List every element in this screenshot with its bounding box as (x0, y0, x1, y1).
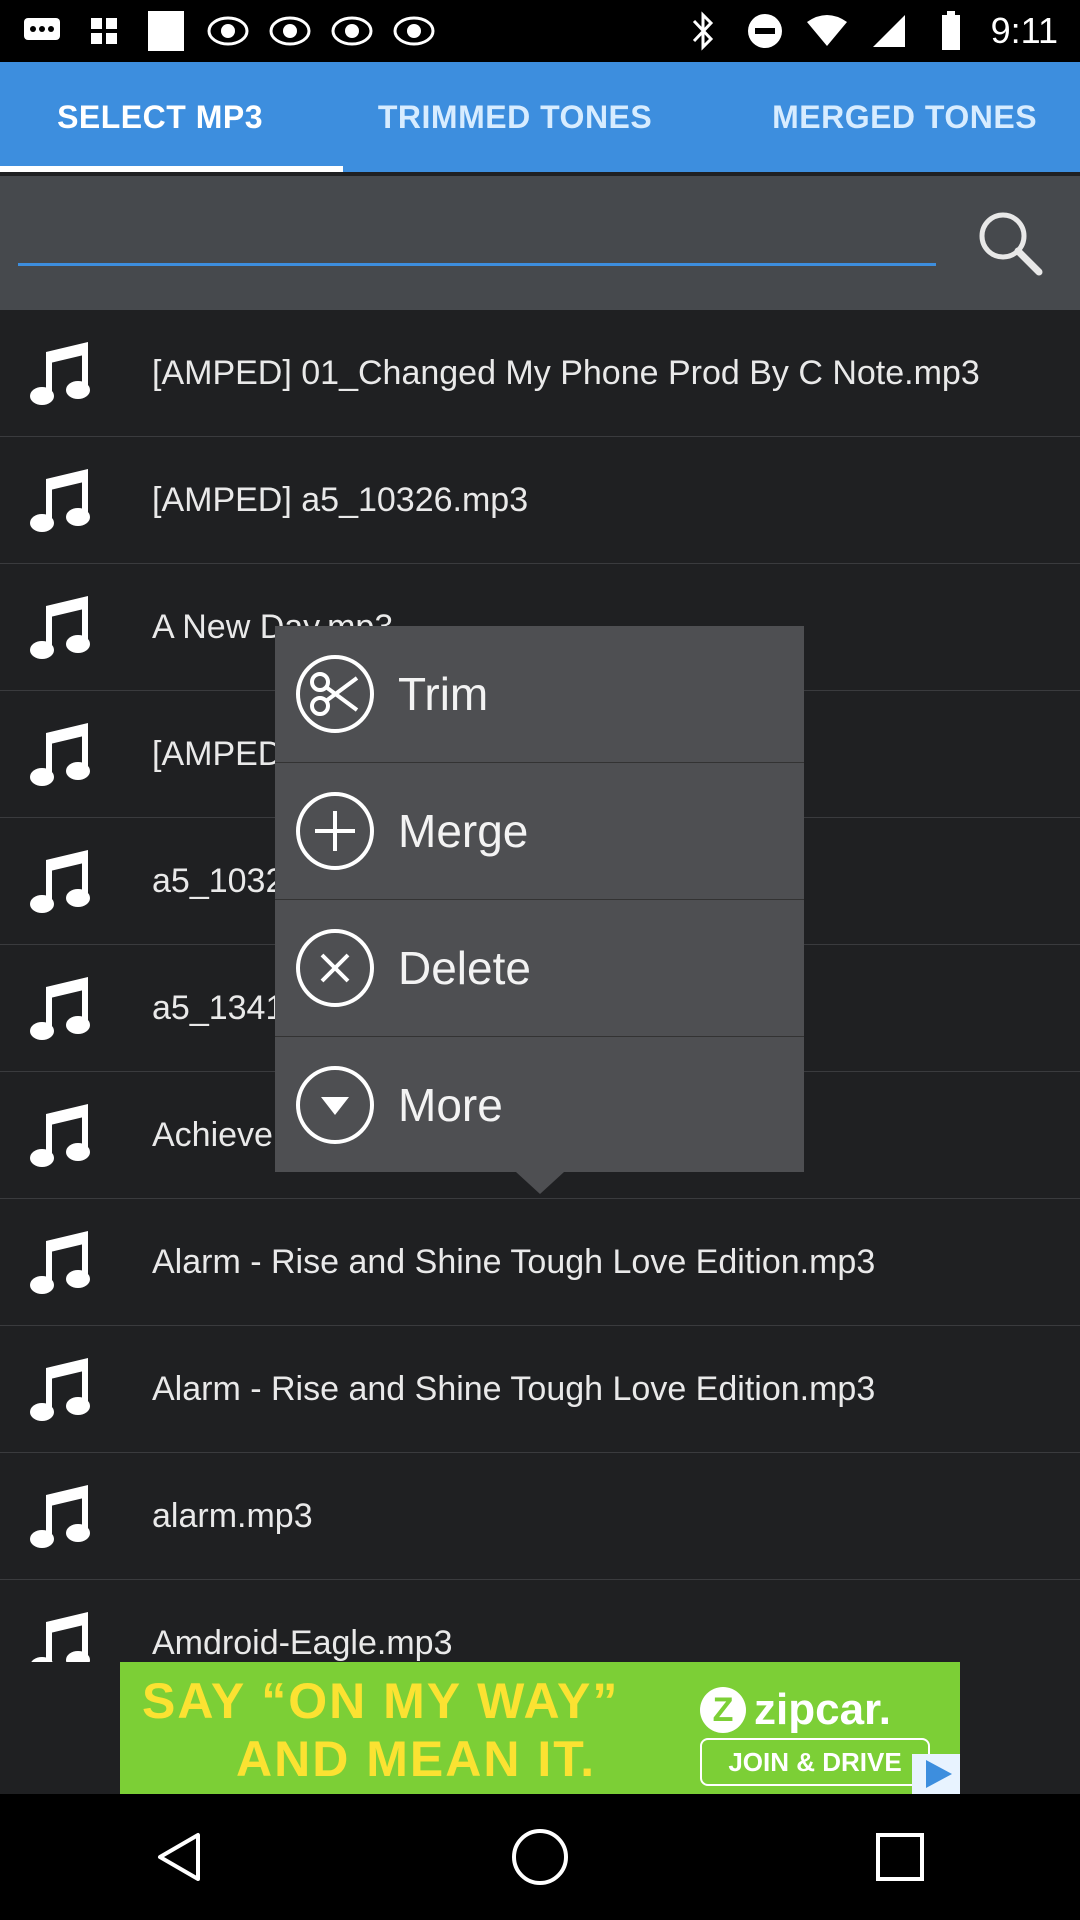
do-not-disturb-icon (743, 13, 787, 49)
ad-headline: SAY “ON MY WAY” (142, 1673, 620, 1729)
search-input[interactable] (18, 202, 936, 266)
tab-trimmed-tones[interactable]: TRIMMED TONES (320, 62, 710, 172)
message-icon (20, 13, 64, 49)
bluetooth-icon (681, 11, 725, 51)
plus-circle-icon (295, 791, 375, 871)
system-icons: 9:11 (681, 10, 1080, 52)
search-bar (0, 176, 1080, 310)
music-note-icon (26, 846, 96, 916)
popup-pointer (516, 1172, 564, 1194)
menu-label: More (398, 1079, 503, 1131)
abc13-icon (392, 13, 436, 49)
abc13-icon (206, 13, 250, 49)
file-name: [AMPED] 01_Changed My Phone Prod By C No… (152, 353, 980, 392)
recents-icon[interactable] (860, 1817, 940, 1897)
notification-icons (0, 11, 436, 51)
square-icon (144, 11, 188, 51)
context-menu: Trim Merge Delete More (275, 626, 804, 1172)
music-note-icon (26, 1608, 96, 1662)
menu-label: Delete (398, 942, 531, 994)
file-name: a5_1032 (152, 861, 285, 900)
wifi-icon (805, 13, 849, 49)
clock: 9:11 (990, 10, 1058, 51)
chevron-down-circle-icon (295, 1065, 375, 1145)
file-name: Amdroid-Eagle.mp3 (152, 1623, 453, 1662)
tab-merged-tones[interactable]: MERGED TONES (710, 62, 1080, 172)
signal-icon (867, 13, 911, 49)
tab-select-mp3[interactable]: SELECT MP3 (0, 62, 320, 172)
file-name: alarm.mp3 (152, 1496, 313, 1535)
music-note-icon (26, 1354, 96, 1424)
ad-banner[interactable]: SAY “ON MY WAY” AND MEAN IT. Z zipcar. J… (120, 1662, 960, 1794)
menu-item-merge[interactable]: Merge (275, 763, 804, 900)
ad-cta-button[interactable]: JOIN & DRIVE (700, 1738, 930, 1786)
list-item[interactable]: [AMPED] 01_Changed My Phone Prod By C No… (0, 310, 1080, 437)
music-note-icon (26, 465, 96, 535)
file-name: Achieve (152, 1115, 273, 1154)
music-note-icon (26, 1481, 96, 1551)
active-tab-indicator (0, 166, 343, 172)
ad-brand: zipcar. (754, 1685, 891, 1734)
list-item[interactable]: Amdroid-Eagle.mp3 (0, 1580, 1080, 1662)
menu-label: Merge (398, 805, 529, 857)
music-note-icon (26, 719, 96, 789)
list-item[interactable]: alarm.mp3 (0, 1453, 1080, 1580)
music-note-icon (26, 1100, 96, 1170)
list-item[interactable]: Alarm - Rise and Shine Tough Love Editio… (0, 1326, 1080, 1453)
back-icon[interactable] (140, 1817, 220, 1897)
file-name: Alarm - Rise and Shine Tough Love Editio… (152, 1242, 876, 1281)
home-icon[interactable] (500, 1817, 580, 1897)
file-name: [AMPED (152, 734, 283, 773)
battery-icon (929, 11, 973, 50)
music-note-icon (26, 338, 96, 408)
list-item[interactable]: Alarm - Rise and Shine Tough Love Editio… (0, 1199, 1080, 1326)
music-note-icon (26, 592, 96, 662)
abc13-icon (330, 13, 374, 49)
file-name: a5_1341 (152, 988, 285, 1027)
abc13-icon (268, 13, 312, 49)
file-name: Alarm - Rise and Shine Tough Love Editio… (152, 1369, 876, 1408)
menu-item-delete[interactable]: Delete (275, 900, 804, 1037)
tab-bar: SELECT MP3 TRIMMED TONES MERGED TONES (0, 62, 1080, 172)
grid-icon (82, 13, 126, 49)
menu-item-more[interactable]: More (275, 1037, 804, 1173)
zipcar-logo-icon: Z (700, 1687, 746, 1733)
menu-label: Trim (398, 668, 489, 720)
play-store-icon[interactable] (912, 1754, 960, 1794)
music-note-icon (26, 973, 96, 1043)
scissors-icon (295, 654, 375, 734)
music-note-icon (26, 1227, 96, 1297)
close-circle-icon (295, 928, 375, 1008)
navigation-bar (0, 1794, 1080, 1920)
status-bar: 9:11 (0, 0, 1080, 62)
ad-headline-2: AND MEAN IT. (236, 1731, 597, 1787)
file-name: [AMPED] a5_10326.mp3 (152, 480, 529, 519)
list-item[interactable]: [AMPED] a5_10326.mp3 (0, 437, 1080, 564)
search-icon[interactable] (975, 208, 1045, 278)
menu-item-trim[interactable]: Trim (275, 626, 804, 763)
zipcar-logo: Z zipcar. (700, 1684, 891, 1736)
